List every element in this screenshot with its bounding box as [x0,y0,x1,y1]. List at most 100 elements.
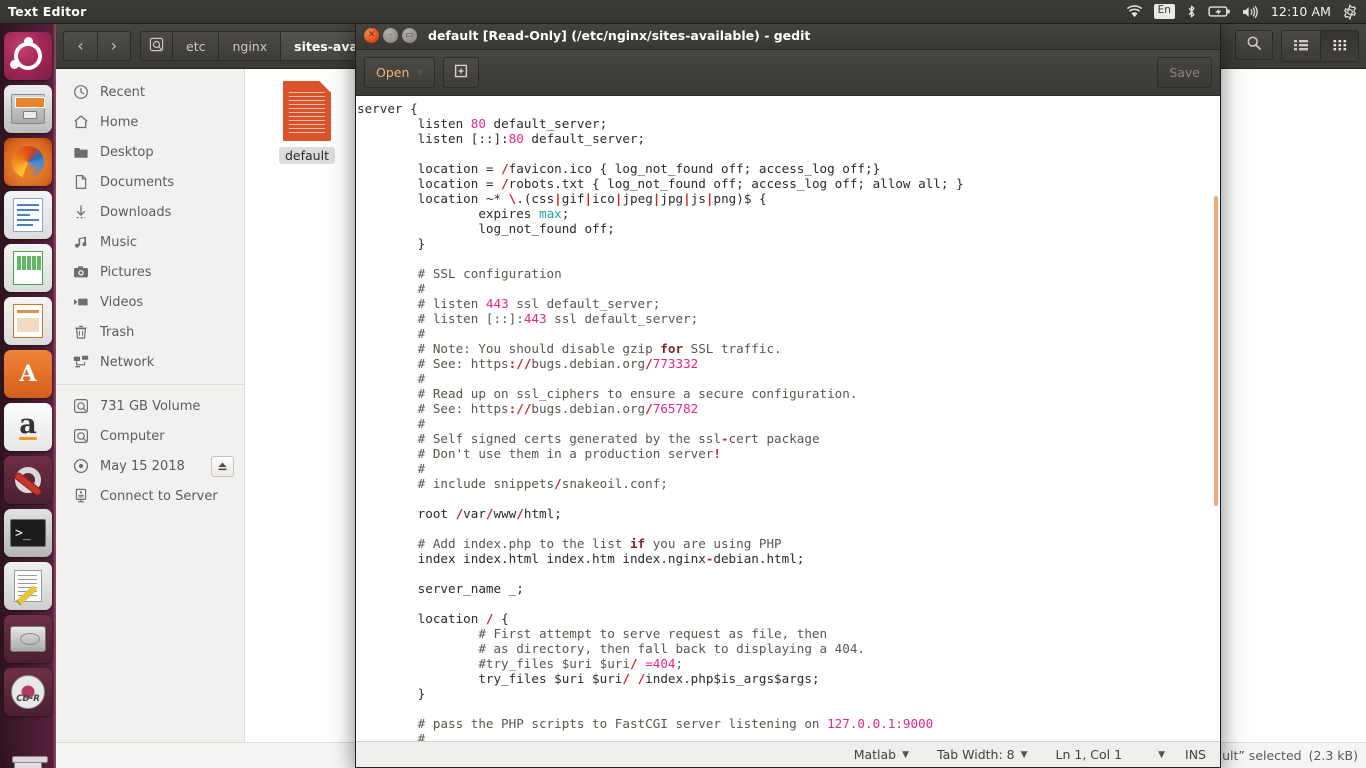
view-mode-toggle [1281,30,1359,62]
panel-indicators: En 12:10 AM [1126,3,1366,20]
text-file-icon [283,81,331,141]
sidebar-item-connect-to-server[interactable]: Connect to Server [56,481,244,511]
session-gear-icon[interactable] [1342,3,1358,20]
search-icon [1246,35,1262,55]
sidebar-item-documents[interactable]: Documents [56,167,244,197]
list-view-button[interactable] [1282,31,1320,61]
network-icon [72,354,89,371]
launcher-item-system-settings[interactable] [4,456,52,504]
sidebar-item-label: May 15 2018 [100,458,185,474]
launcher-item-trash[interactable] [4,752,52,768]
tab-width-selector[interactable]: Tab Width: 8 ▼ [923,747,1042,762]
new-document-button[interactable] [443,57,480,88]
chevron-down-icon: ▼ [416,67,424,78]
launcher-item-text-editor[interactable] [4,562,52,610]
sidebar-item-label: Home [100,114,139,130]
sidebar-item-desktop[interactable]: Desktop [56,137,244,167]
drive-icon [72,428,89,445]
file-item-default[interactable]: default [259,81,355,164]
amazon-icon: a [4,403,52,451]
launcher-item-libreoffice-writer[interactable] [4,191,52,239]
camera-icon [72,264,89,281]
sidebar-item-label: Desktop [100,144,154,160]
launcher-item-ubuntu-software[interactable]: A [4,350,52,398]
sidebar-item-network[interactable]: Network [56,347,244,377]
sidebar-item-trash[interactable]: Trash [56,317,244,347]
file-label: default [279,147,335,164]
back-button[interactable]: ‹ [63,31,97,61]
impress-icon [4,297,52,345]
panel-clock[interactable]: 12:10 AM [1271,4,1331,19]
unity-launcher: A a >_ CD-R [0,24,56,768]
software-center-icon: A [4,350,52,398]
vertical-scrollbar[interactable] [1214,96,1218,741]
save-button-label: Save [1169,65,1200,80]
launcher-item-libreoffice-calc[interactable] [4,244,52,292]
breadcrumb-nginx[interactable]: nginx [219,32,282,60]
sidebar-item-computer[interactable]: Computer [56,421,244,451]
battery-icon[interactable] [1208,5,1231,18]
minimize-icon[interactable]: – [383,27,398,43]
eject-button[interactable] [211,455,234,477]
save-button[interactable]: Save [1157,57,1212,88]
text-editor-icon [4,562,52,610]
open-button[interactable]: Open ▼ [364,57,436,88]
drive-icon [149,37,164,55]
sidebar-item-recent[interactable]: Recent [56,77,244,107]
maximize-icon[interactable]: ▭ [402,27,417,43]
line-jump-dropdown[interactable]: ▼ [1136,750,1175,760]
wifi-icon[interactable] [1126,4,1143,19]
cd-rom-icon: CD-R [4,668,52,716]
breadcrumb-root-drive[interactable] [141,32,173,60]
sidebar-item-videos[interactable]: Videos [56,287,244,317]
tab-width-label: Tab Width: 8 [937,747,1015,762]
grid-view-button[interactable] [1320,31,1358,61]
bluetooth-icon[interactable] [1186,4,1197,19]
selection-status-text: ault” selected [1214,748,1302,763]
sidebar-item-label: Documents [100,174,175,190]
sidebar-divider [56,384,244,385]
sidebar-item-music[interactable]: Music [56,227,244,257]
text-editor-titlebar[interactable]: ✕ – ▭ default [Read-Only] (/etc/nginx/si… [356,21,1220,50]
ubuntu-icon [4,32,52,80]
sidebar-item-731gb-volume[interactable]: 731 GB Volume [56,391,244,421]
chevron-down-icon: ▼ [1020,749,1028,760]
launcher-item-cd-rom[interactable]: CD-R [4,668,52,716]
launcher-item-libreoffice-impress[interactable] [4,297,52,345]
launcher-item-files[interactable] [4,85,52,133]
terminal-icon: >_ [4,509,52,557]
trash-icon [72,324,89,341]
close-icon[interactable]: ✕ [364,27,379,43]
home-icon [72,114,89,131]
sidebar-item-pictures[interactable]: Pictures [56,257,244,287]
launcher-item-ubuntu-dash[interactable] [4,32,52,80]
download-icon [72,204,89,221]
launcher-item-terminal[interactable]: >_ [4,509,52,557]
desktop-screen: ‹ › etc nginx sites-available Recent Hom… [0,0,1366,768]
sidebar-item-downloads[interactable]: Downloads [56,197,244,227]
panel-app-title[interactable]: Text Editor [8,4,86,19]
forward-button[interactable]: › [97,31,131,61]
calc-icon [4,244,52,292]
search-button[interactable] [1235,30,1273,60]
text-editor-document-area[interactable]: server { listen 80 default_server; liste… [356,96,1220,741]
keyboard-layout-indicator[interactable]: En [1153,4,1175,19]
sidebar-item-home[interactable]: Home [56,107,244,137]
launcher-item-firefox[interactable] [4,138,52,186]
launcher-item-disk-volume[interactable] [4,615,52,663]
volume-icon[interactable] [1242,5,1260,19]
launcher-item-amazon[interactable]: a [4,403,52,451]
chevron-down-icon: ▼ [1158,749,1166,760]
window-controls: ✕ – ▭ [364,27,417,43]
breadcrumb-etc[interactable]: etc [173,32,220,60]
cursor-position[interactable]: Ln 1, Col 1 [1042,747,1137,762]
sidebar-item-label: Connect to Server [100,488,218,504]
files-icon [4,85,52,133]
source-code-text[interactable]: server { listen 80 default_server; liste… [356,96,1220,741]
scrollbar-thumb[interactable] [1214,196,1218,506]
sidebar-item-label: Videos [100,294,144,310]
sidebar-item-may-15-2018[interactable]: May 15 2018 [56,451,244,481]
writer-icon [4,191,52,239]
language-selector[interactable]: Matlab ▼ [840,747,923,762]
list-view-icon [1293,37,1309,56]
